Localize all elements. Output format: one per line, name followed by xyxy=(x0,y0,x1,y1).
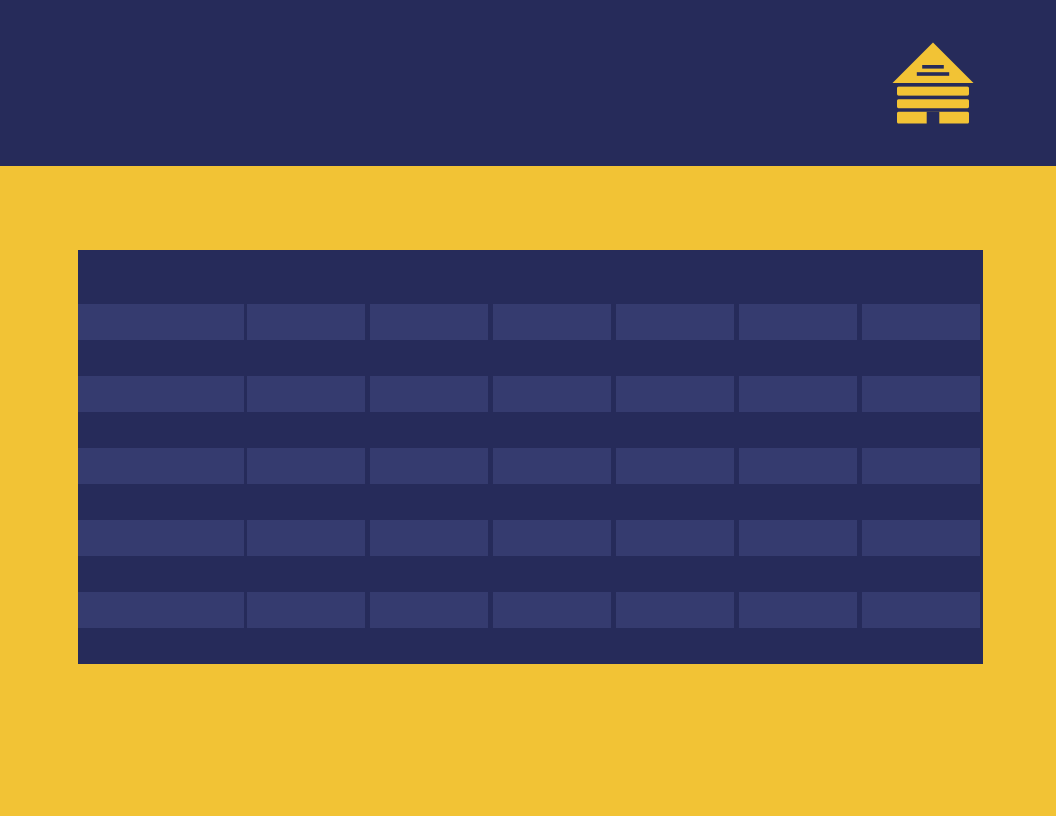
task-label xyxy=(78,628,244,664)
gantt-bars-area xyxy=(244,304,983,664)
gantt-header xyxy=(78,250,983,304)
task-label xyxy=(78,340,244,376)
task-label xyxy=(78,484,244,520)
task-label xyxy=(78,448,244,484)
header xyxy=(0,0,1056,166)
task-label xyxy=(78,556,244,592)
content xyxy=(0,166,1056,664)
task-label xyxy=(78,592,244,628)
task-label xyxy=(78,376,244,412)
task-label xyxy=(78,520,244,556)
cabin-logo-icon xyxy=(888,38,978,128)
gantt-chart xyxy=(78,250,983,664)
gantt-body xyxy=(78,304,983,664)
task-label xyxy=(78,304,244,340)
bar-layer xyxy=(244,304,983,664)
gantt-labels xyxy=(78,304,244,664)
task-label xyxy=(78,412,244,448)
